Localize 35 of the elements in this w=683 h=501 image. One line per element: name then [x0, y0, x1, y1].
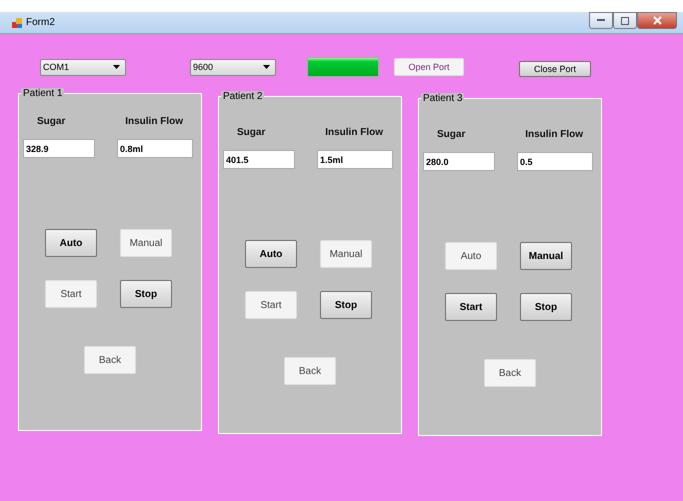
sugar-label: Sugar — [37, 116, 66, 127]
port-dropdown[interactable]: COM1 — [40, 58, 126, 76]
manual-button[interactable]: Manual — [520, 242, 572, 270]
maximize-icon — [621, 16, 629, 24]
sugar-field[interactable]: 280.0 — [423, 152, 495, 171]
maximize-button[interactable] — [613, 12, 637, 29]
window-title: Form2 — [26, 17, 55, 28]
minimize-icon — [597, 19, 605, 22]
stop-button[interactable]: Stop — [520, 293, 572, 321]
dropdown-arrow-icon — [113, 65, 120, 69]
panel-title: Patient 3 — [421, 93, 464, 104]
stop-button[interactable]: Stop — [120, 280, 172, 308]
insulin-flow-field[interactable]: 0.5 — [517, 152, 593, 171]
close-port-button[interactable]: Close Port — [519, 61, 591, 77]
close-icon — [652, 16, 662, 25]
baud-dropdown[interactable]: 9600 — [190, 58, 276, 76]
sugar-label: Sugar — [237, 127, 266, 138]
insulin-flow-field[interactable]: 0.8ml — [117, 139, 193, 158]
panel-title: Patient 1 — [21, 88, 64, 99]
sugar-label: Sugar — [437, 129, 466, 140]
insulin-flow-field[interactable]: 1.5ml — [317, 150, 393, 169]
start-button[interactable]: Start — [445, 293, 497, 321]
sugar-field[interactable]: 328.9 — [23, 139, 95, 158]
auto-button[interactable]: Auto — [245, 240, 297, 268]
close-button[interactable] — [637, 12, 677, 29]
panel-title: Patient 2 — [221, 91, 264, 102]
minimize-button[interactable] — [589, 12, 613, 29]
stop-button[interactable]: Stop — [320, 291, 372, 319]
insulin-flow-label: Insulin Flow — [525, 129, 583, 140]
insulin-flow-label: Insulin Flow — [125, 116, 183, 127]
auto-button[interactable]: Auto — [45, 229, 97, 257]
sugar-field[interactable]: 401.5 — [223, 150, 295, 169]
dropdown-arrow-icon — [263, 65, 270, 69]
insulin-flow-label: Insulin Flow — [325, 127, 383, 138]
app-icon — [12, 18, 22, 28]
